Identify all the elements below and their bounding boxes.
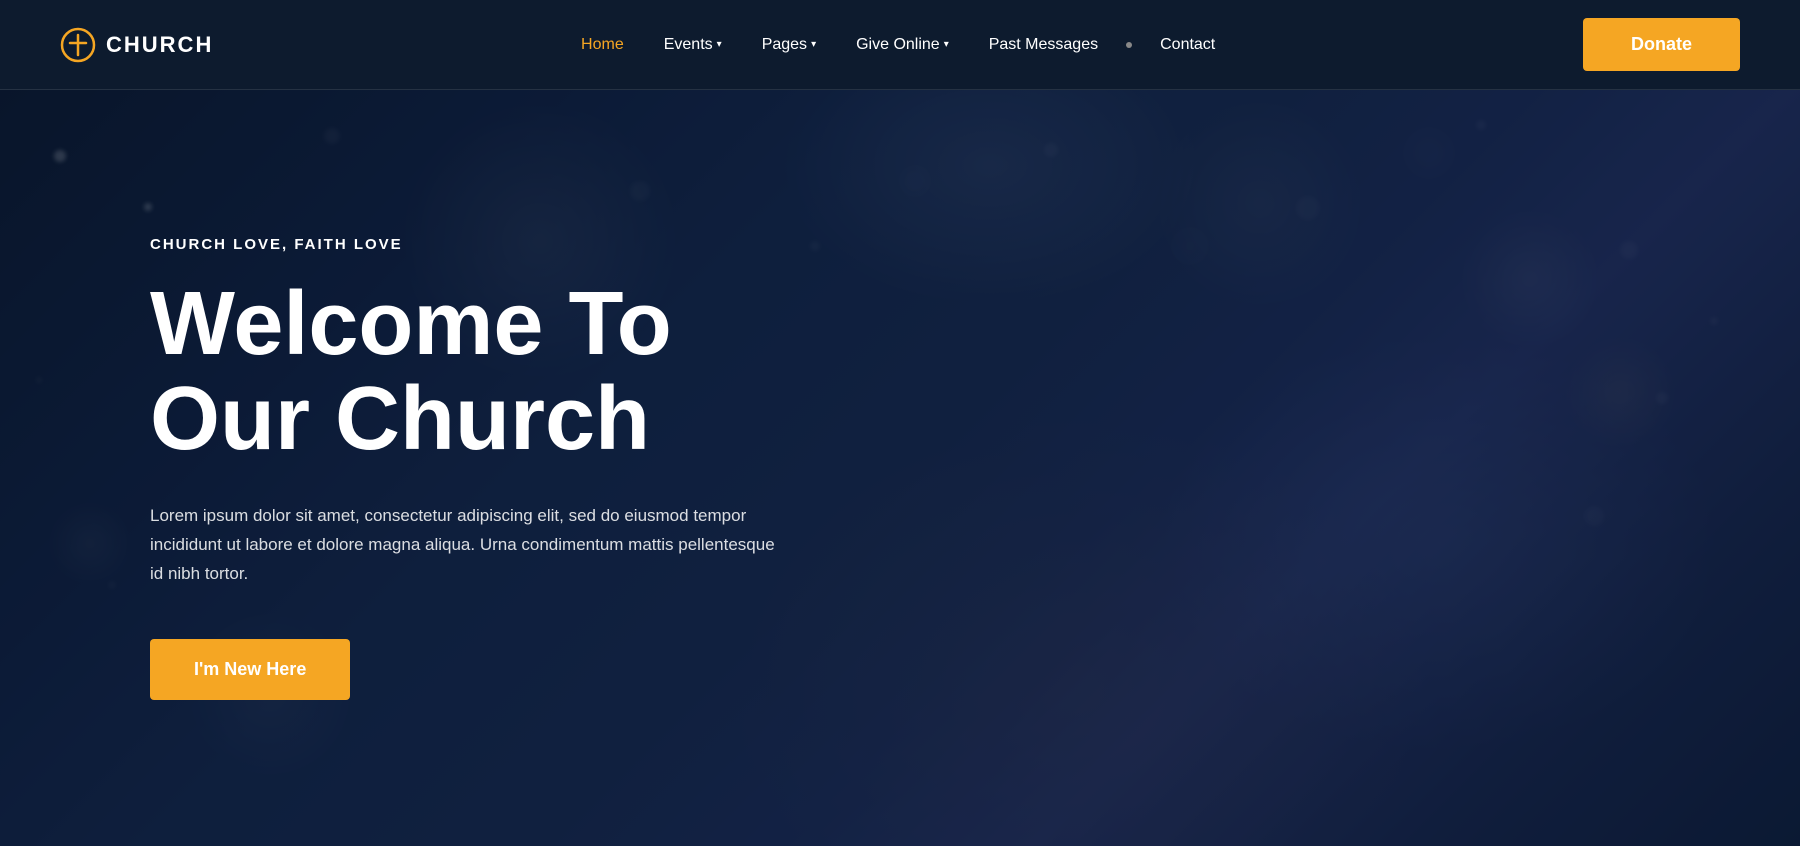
site-header: CHURCH Home Events ▾ Pages ▾ Give Online… [0, 0, 1800, 90]
nav-give-online[interactable]: Give Online ▾ [840, 28, 965, 62]
hero-section: CHURCH LOVE, FAITH LOVE Welcome To Our C… [0, 90, 1800, 846]
hero-content: CHURCH LOVE, FAITH LOVE Welcome To Our C… [0, 90, 1800, 846]
new-here-button[interactable]: I'm New Here [150, 639, 350, 700]
nav-events[interactable]: Events ▾ [648, 28, 738, 62]
hero-eyebrow: CHURCH LOVE, FAITH LOVE [150, 236, 1650, 253]
nav-pages[interactable]: Pages ▾ [746, 28, 832, 62]
hero-title: Welcome To Our Church [150, 277, 850, 466]
events-chevron-icon: ▾ [717, 39, 722, 50]
logo-icon [60, 27, 96, 63]
pages-chevron-icon: ▾ [811, 39, 816, 50]
donate-button[interactable]: Donate [1583, 18, 1740, 71]
give-online-chevron-icon: ▾ [944, 39, 949, 50]
nav-past-messages[interactable]: Past Messages [973, 28, 1114, 62]
nav-home[interactable]: Home [565, 28, 640, 62]
logo-area[interactable]: CHURCH [60, 27, 213, 63]
nav-contact[interactable]: Contact [1144, 28, 1231, 62]
main-nav: Home Events ▾ Pages ▾ Give Online ▾ Past… [565, 28, 1231, 62]
hero-description: Lorem ipsum dolor sit amet, consectetur … [150, 502, 780, 589]
nav-separator [1126, 42, 1132, 48]
logo-text: CHURCH [106, 32, 213, 58]
